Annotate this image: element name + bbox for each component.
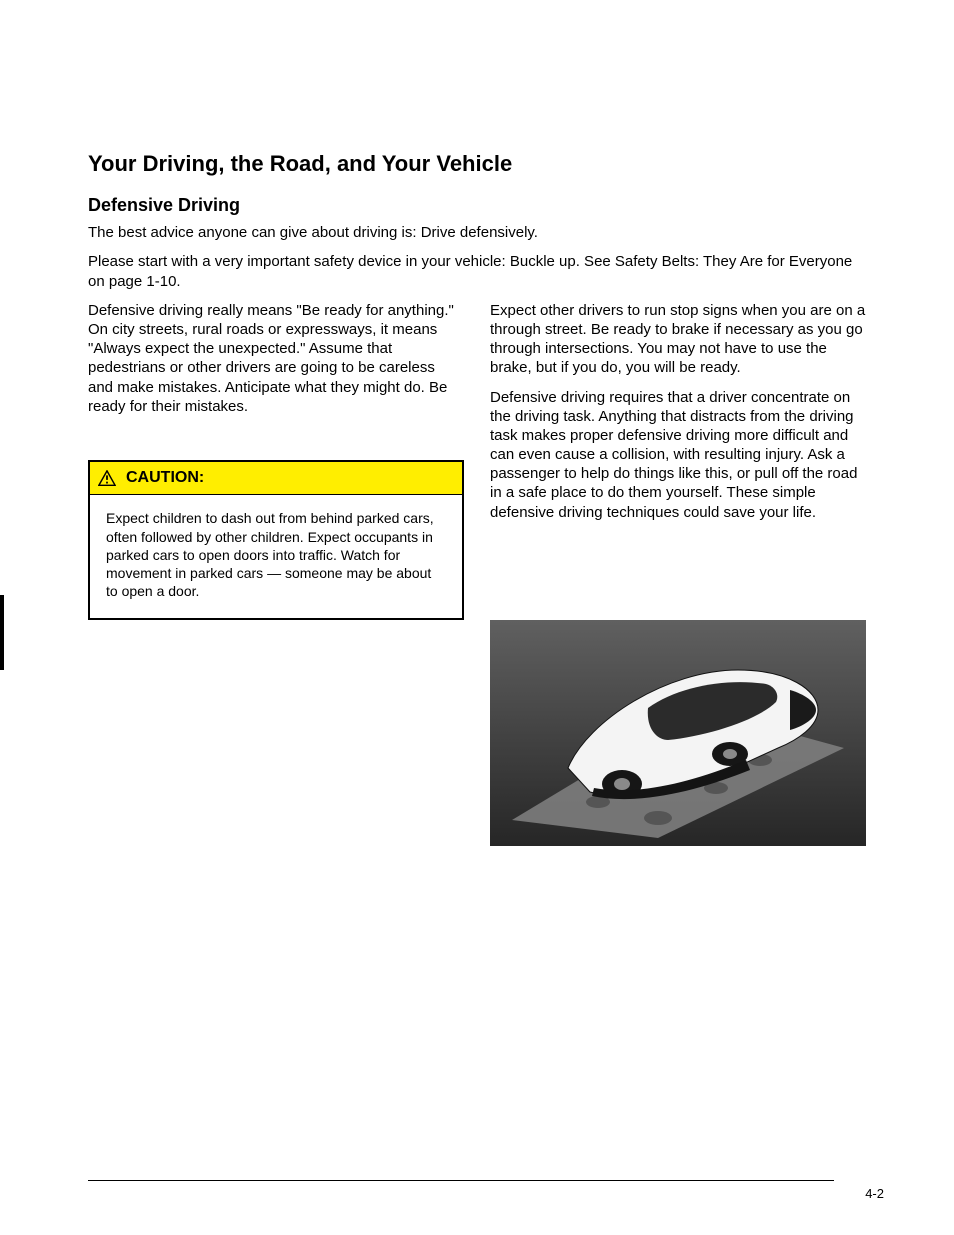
intro-paragraph-2: Please start with a very important safet…	[88, 252, 866, 290]
right-column: Expect other drivers to run stop signs w…	[490, 301, 866, 846]
caution-body: Expect children to dash out from behind …	[90, 495, 462, 618]
warning-triangle-icon	[98, 470, 116, 486]
section-tab	[0, 595, 4, 670]
car-illustration	[490, 620, 866, 846]
section-heading: Your Driving, the Road, and Your Vehicle	[88, 150, 866, 178]
left-column: Defensive driving really means "Be ready…	[88, 301, 464, 846]
sub-heading: Defensive Driving	[88, 194, 866, 217]
footer-rule	[88, 1180, 834, 1181]
manual-page: Your Driving, the Road, and Your Vehicle…	[0, 0, 954, 1235]
intro-paragraph-1: The best advice anyone can give about dr…	[88, 223, 866, 242]
caution-label: CAUTION:	[126, 468, 204, 488]
two-column-layout: Defensive driving really means "Be ready…	[88, 301, 866, 846]
right-paragraph-1: Expect other drivers to run stop signs w…	[490, 301, 866, 378]
left-body-text: Defensive driving really means "Be ready…	[88, 301, 464, 416]
page-number: 4-2	[865, 1186, 884, 1203]
caution-header: CAUTION:	[90, 462, 462, 495]
caution-box: CAUTION: Expect children to dash out fro…	[88, 460, 464, 620]
car-on-plane-icon	[490, 620, 866, 846]
right-paragraph-2: Defensive driving requires that a driver…	[490, 388, 866, 522]
